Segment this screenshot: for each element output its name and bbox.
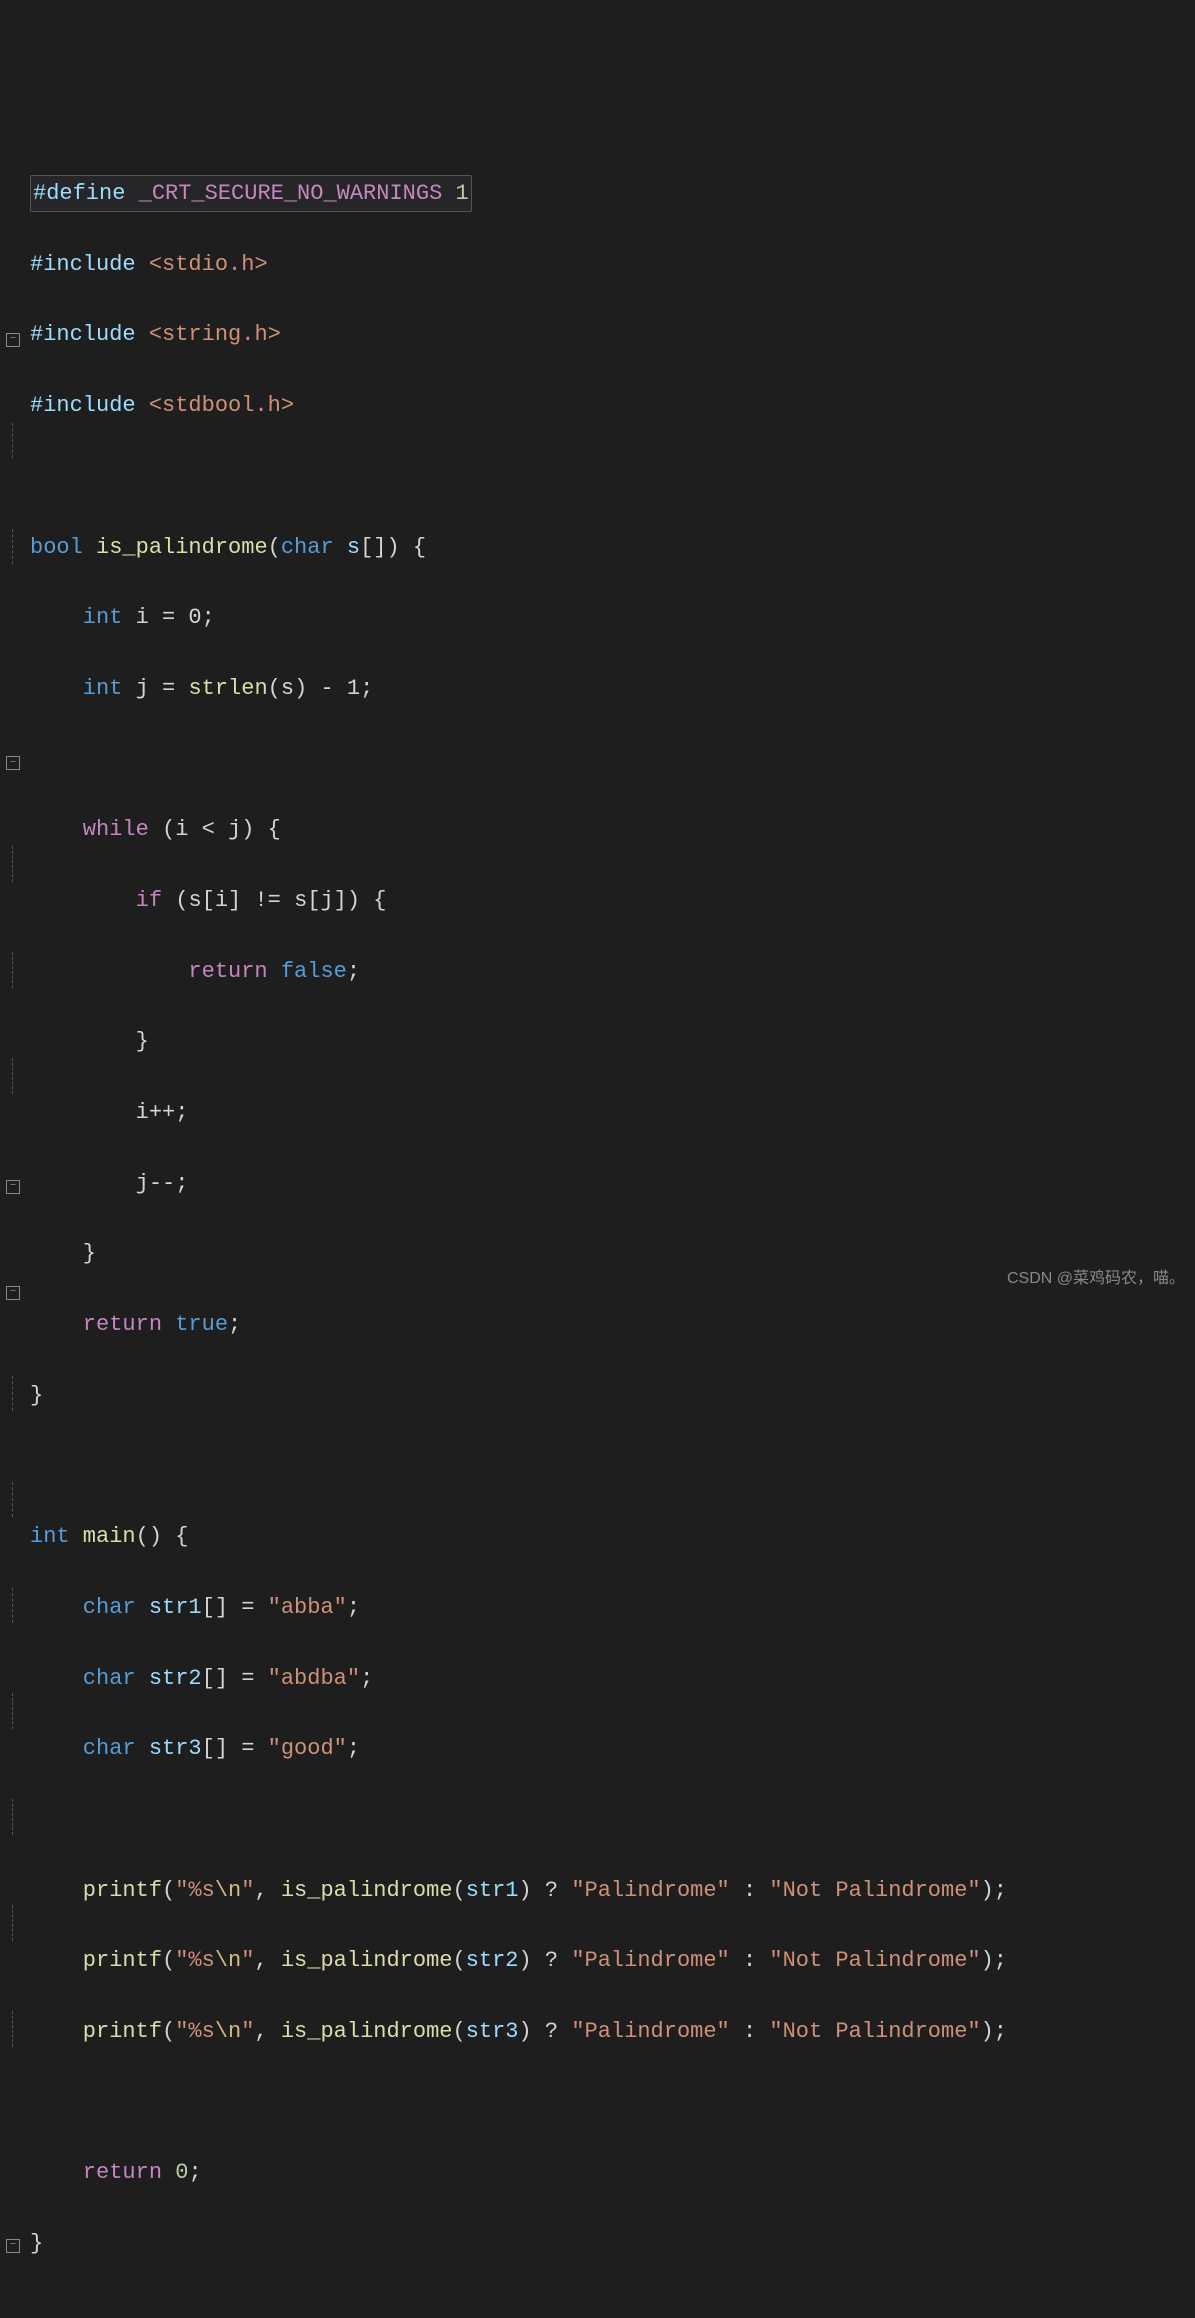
function-name: main (70, 1519, 136, 1554)
code-content[interactable]: #define _CRT_SECURE_NO_WARNINGS 1 #inclu… (28, 141, 1195, 1300)
function-call: printf (30, 2014, 162, 2049)
string-literal: "abdba" (268, 1661, 360, 1696)
variable: i (30, 1095, 149, 1130)
string-literal: "Not Palindrome" (769, 2014, 980, 2049)
code-line[interactable]: printf("%s\n", is_palindrome(str2) ? "Pa… (30, 1943, 1195, 1979)
code-line[interactable]: j--; (30, 1166, 1195, 1202)
code-line[interactable]: i++; (30, 1095, 1195, 1131)
code-line[interactable]: bool is_palindrome(char s[]) { (30, 529, 1195, 565)
fold-icon[interactable]: − (6, 1180, 20, 1194)
string-literal: "Palindrome" (571, 2014, 729, 2049)
code-line[interactable] (30, 1448, 1195, 1484)
keyword: if (30, 883, 162, 918)
directive: #include (30, 317, 136, 352)
string-literal: "Palindrome" (571, 1943, 729, 1978)
keyword: return (30, 2155, 162, 2190)
keyword: return (30, 1307, 162, 1342)
code-line[interactable]: #define _CRT_SECURE_NO_WARNINGS 1 (30, 176, 1195, 212)
code-line[interactable]: return false; (30, 954, 1195, 990)
string-literal: "Not Palindrome" (769, 1943, 980, 1978)
code-line[interactable]: #include <stdbool.h> (30, 388, 1195, 424)
string-literal: "good" (268, 1731, 347, 1766)
fold-icon[interactable]: − (6, 756, 20, 770)
function-call: is_palindrome (281, 1943, 453, 1978)
type: char (30, 1731, 136, 1766)
function-call: is_palindrome (281, 1873, 453, 1908)
header-path: <string.h> (136, 317, 281, 352)
code-line[interactable] (30, 741, 1195, 777)
type: char (30, 1590, 136, 1625)
type: int (30, 671, 122, 706)
function-call: is_palindrome (281, 2014, 453, 2049)
code-line[interactable]: printf("%s\n", is_palindrome(str1) ? "Pa… (30, 1872, 1195, 1908)
function-call: printf (30, 1873, 162, 1908)
fold-gutter: − − − − − (0, 141, 28, 1300)
directive: #define (33, 181, 125, 206)
type: char (281, 530, 334, 565)
bool-literal: true (162, 1307, 228, 1342)
type: char (30, 1661, 136, 1696)
code-line[interactable]: #include <string.h> (30, 317, 1195, 353)
code-line[interactable]: char str1[] = "abba"; (30, 1590, 1195, 1626)
macro-value: 1 (442, 181, 468, 206)
function-name: is_palindrome (83, 530, 268, 565)
variable: str3 (136, 1731, 202, 1766)
code-line[interactable]: } (30, 1024, 1195, 1060)
code-line[interactable]: while (i < j) { (30, 812, 1195, 848)
variable: str1 (136, 1590, 202, 1625)
string-literal: "Not Palindrome" (769, 1873, 980, 1908)
number-literal: 0 (162, 2155, 188, 2190)
code-line[interactable] (30, 1802, 1195, 1838)
code-line[interactable] (30, 2085, 1195, 2121)
directive: #include (30, 388, 136, 423)
code-line[interactable]: int main() { (30, 1519, 1195, 1555)
code-line[interactable]: if (s[i] != s[j]) { (30, 883, 1195, 919)
code-line[interactable]: } (30, 2226, 1195, 2262)
keyword: return (30, 954, 268, 989)
keyword: while (30, 812, 149, 847)
function-call: printf (30, 1943, 162, 1978)
code-line[interactable]: return 0; (30, 2155, 1195, 2191)
fold-icon[interactable]: − (6, 2239, 20, 2253)
bool-literal: false (268, 954, 347, 989)
code-line[interactable]: #include <stdio.h> (30, 247, 1195, 283)
string-literal: "abba" (268, 1590, 347, 1625)
fold-icon[interactable]: − (6, 1286, 20, 1300)
param: s (334, 530, 360, 565)
code-line[interactable] (30, 459, 1195, 495)
code-line[interactable]: char str3[] = "good"; (30, 1731, 1195, 1767)
code-line[interactable]: int j = strlen(s) - 1; (30, 671, 1195, 707)
header-path: <stdbool.h> (136, 388, 294, 423)
type: bool (30, 530, 83, 565)
type: int (30, 1519, 70, 1554)
string-literal: "Palindrome" (571, 1873, 729, 1908)
variable: str2 (136, 1661, 202, 1696)
variable: i (122, 600, 148, 635)
code-line[interactable]: return true; (30, 1307, 1195, 1343)
code-line[interactable]: char str2[] = "abdba"; (30, 1660, 1195, 1696)
type: int (30, 600, 122, 635)
code-line[interactable]: printf("%s\n", is_palindrome(str3) ? "Pa… (30, 2014, 1195, 2050)
fold-icon[interactable]: − (6, 333, 20, 347)
function-call: strlen (188, 671, 267, 706)
variable: j (122, 671, 148, 706)
code-line[interactable]: } (30, 1378, 1195, 1414)
code-editor[interactable]: − − − − − #define _CRT_SECURE_NO_WARNING… (0, 141, 1195, 1300)
directive: #include (30, 247, 136, 282)
header-path: <stdio.h> (136, 247, 268, 282)
macro-name: _CRT_SECURE_NO_WARNINGS (125, 181, 442, 206)
watermark: CSDN @菜鸡码农，喵。 (1007, 1266, 1185, 1292)
variable: j (30, 1166, 149, 1201)
code-line[interactable]: int i = 0; (30, 600, 1195, 636)
